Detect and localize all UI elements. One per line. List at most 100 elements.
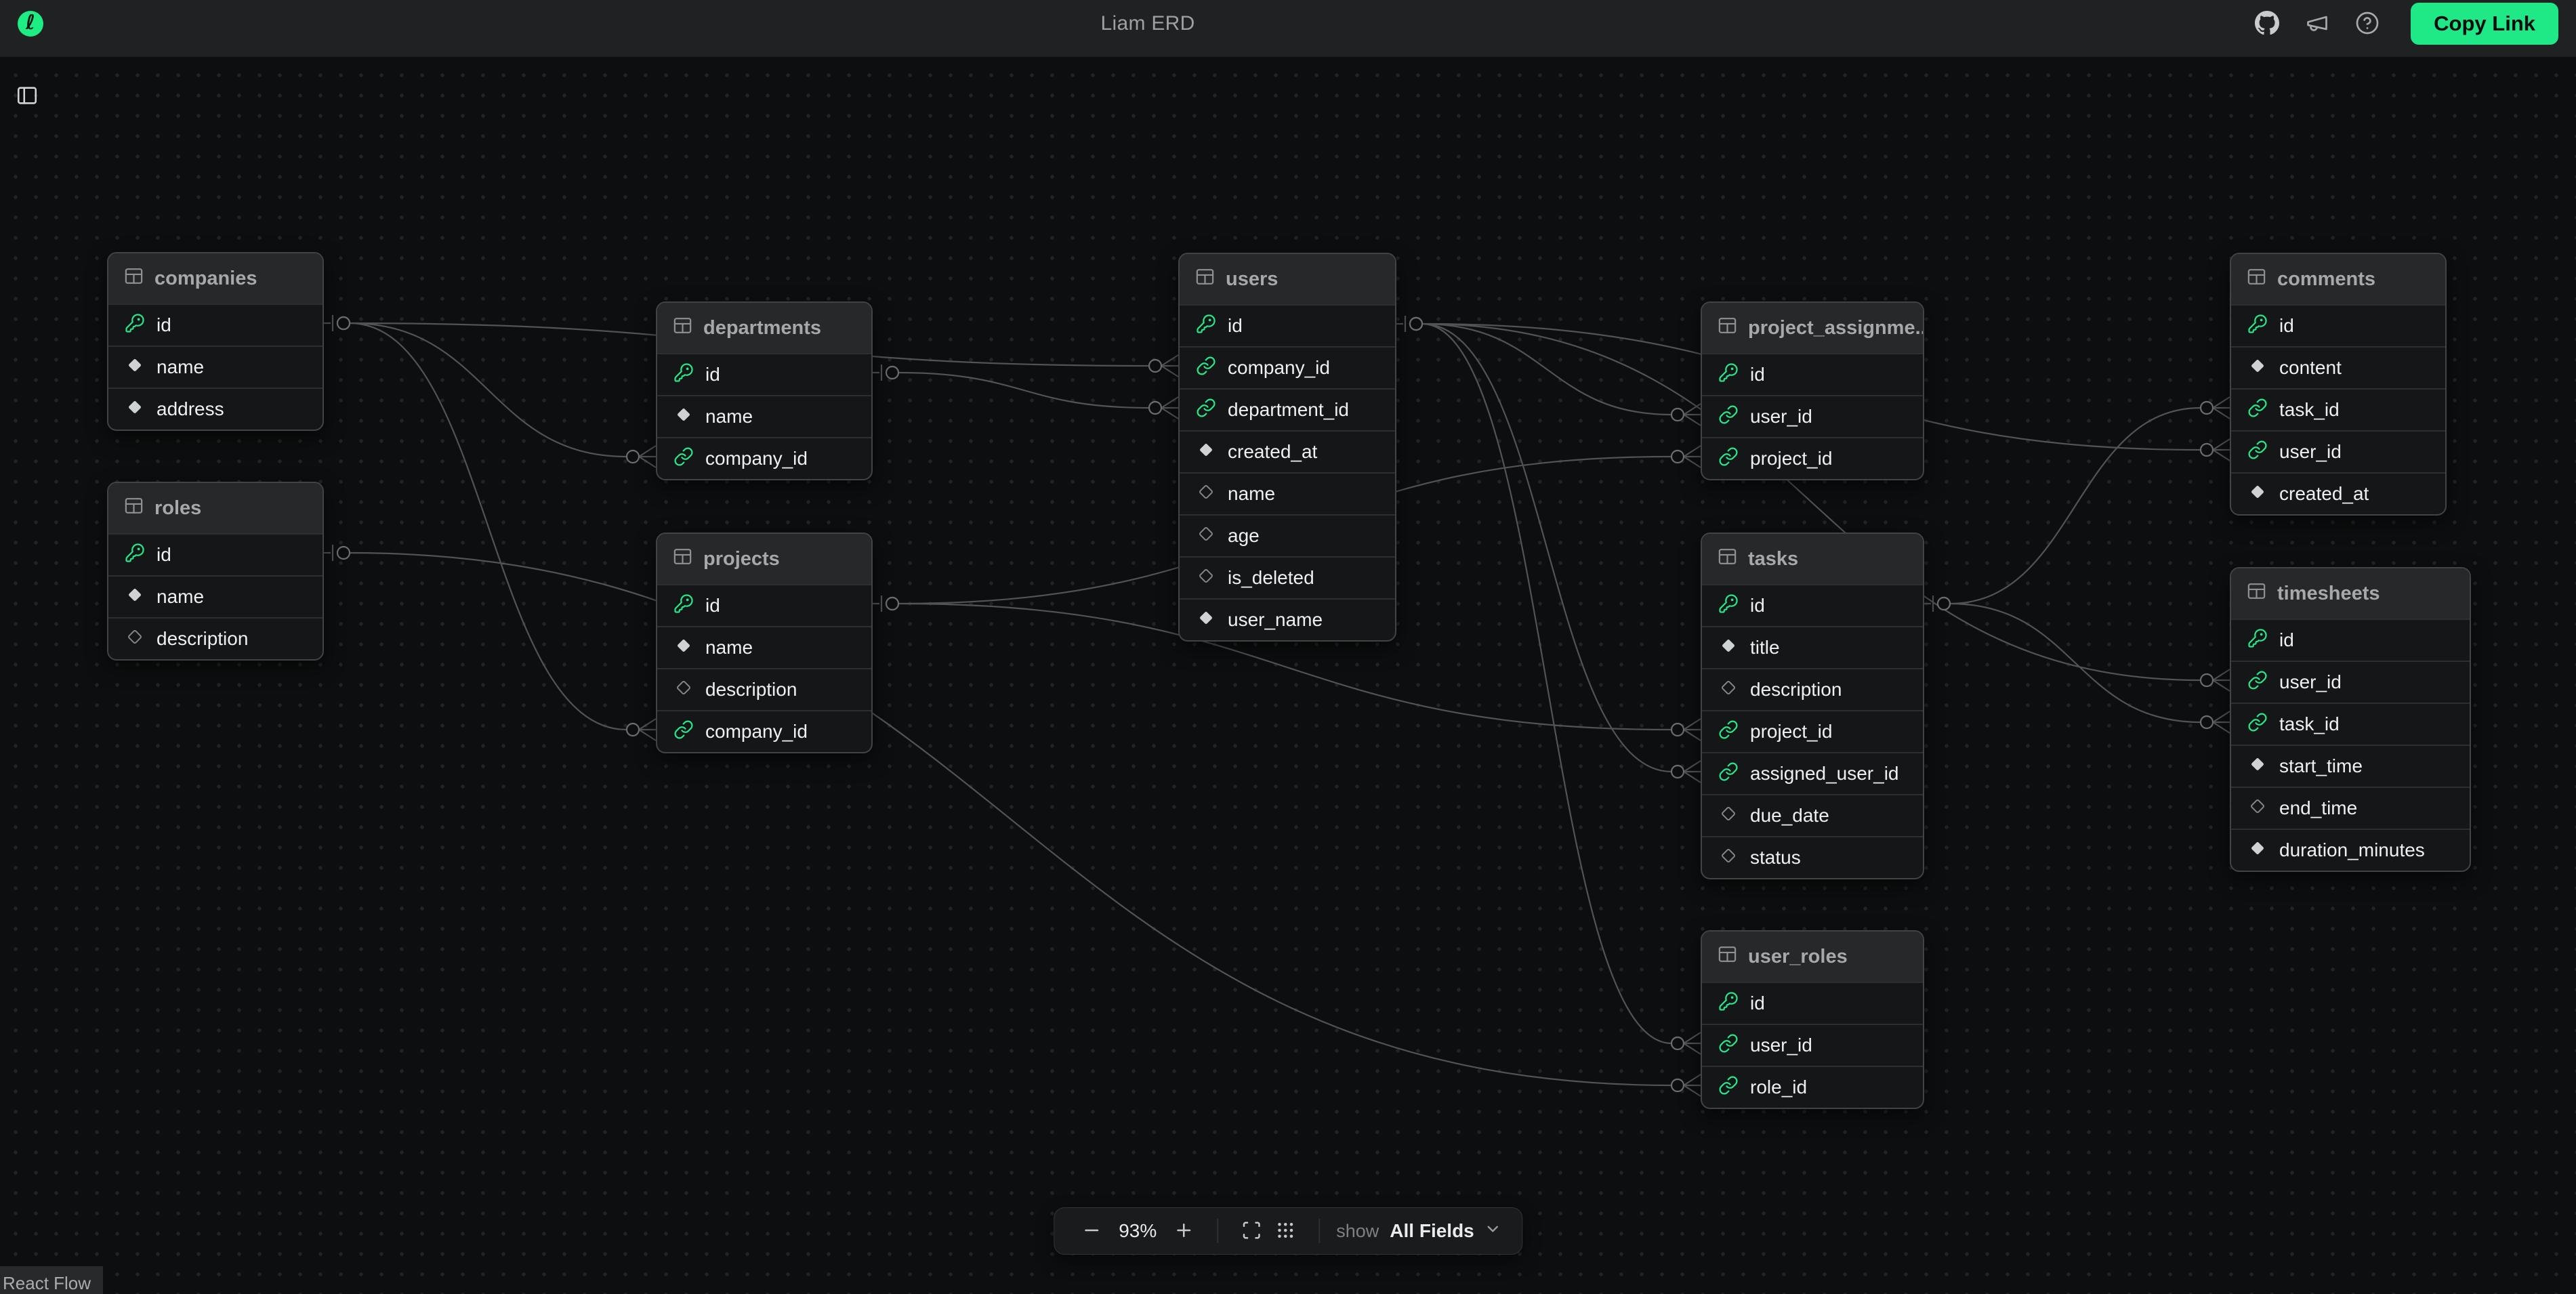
liam-logo[interactable]: ℓ [18,11,43,37]
column-comments-content[interactable]: content [2231,346,2445,388]
column-companies-id[interactable]: id [108,304,323,346]
column-user_roles-role_id[interactable]: role_id [1702,1066,1923,1108]
column-users-created_at[interactable]: created_at [1180,430,1395,472]
column-name: content [2279,357,2342,379]
zoom-in-button[interactable] [1167,1220,1201,1243]
column-roles-description[interactable]: description [108,617,323,659]
column-users-is_deleted[interactable]: is_deleted [1180,556,1395,598]
column-projects-description[interactable]: description [657,668,871,710]
column-users-company_id[interactable]: company_id [1180,346,1395,388]
table-icon [1717,546,1738,572]
table-users[interactable]: users idcompany_iddepartment_idcreated_at… [1178,253,1396,642]
column-name: id [1750,993,1765,1014]
react-flow-attribution[interactable]: React Flow [0,1266,103,1294]
column-name: start_time [2279,755,2363,777]
column-comments-created_at[interactable]: created_at [2231,472,2445,514]
column-comments-user_id[interactable]: user_id [2231,430,2445,472]
table-header[interactable]: tasks [1702,534,1923,584]
fields-filter-value: All Fields [1390,1220,1474,1242]
column-tasks-due_date[interactable]: due_date [1702,794,1923,836]
table-name: project_assignme... [1748,317,1924,339]
column-name: user_id [2279,441,2342,463]
column-tasks-assigned_user_id[interactable]: assigned_user_id [1702,752,1923,794]
github-button[interactable] [2252,9,2282,39]
column-companies-name[interactable]: name [108,346,323,388]
table-icon [123,266,144,292]
column-timesheets-start_time[interactable]: start_time [2231,745,2470,787]
table-tasks[interactable]: tasksid title description project_idassigne… [1701,533,1924,879]
column-projects-id[interactable]: id [657,584,871,626]
column-roles-id[interactable]: id [108,533,323,575]
table-name: users [1226,268,1278,291]
not-null-diamond-icon [1196,440,1216,465]
table-header[interactable]: companies [108,253,323,304]
column-comments-task_id[interactable]: task_id [2231,388,2445,430]
column-tasks-project_id[interactable]: project_id [1702,710,1923,752]
column-users-age[interactable]: age [1180,514,1395,556]
column-user_roles-user_id[interactable]: user_id [1702,1024,1923,1066]
column-departments-name[interactable]: name [657,395,871,437]
table-icon [1194,266,1216,293]
column-users-name[interactable]: name [1180,472,1395,514]
column-users-id[interactable]: id [1180,304,1395,346]
column-project_assignments-project_id[interactable]: project_id [1702,437,1923,479]
table-header[interactable]: projects [657,534,871,584]
column-users-department_id[interactable]: department_id [1180,388,1395,430]
column-timesheets-id[interactable]: id [2231,619,2470,661]
fit-view-button[interactable] [1234,1220,1268,1243]
column-name: title [1750,637,1780,659]
column-tasks-description[interactable]: description [1702,668,1923,710]
column-projects-company_id[interactable]: company_id [657,710,871,752]
fields-filter-dropdown[interactable]: All Fields [1390,1220,1501,1243]
table-header[interactable]: departments [657,303,871,353]
announcements-button[interactable] [2302,9,2332,39]
column-companies-address[interactable]: address [108,388,323,430]
column-tasks-id[interactable]: id [1702,584,1923,626]
table-header[interactable]: users [1180,254,1395,304]
column-departments-id[interactable]: id [657,353,871,395]
table-roles[interactable]: rolesidnamedescription [107,482,324,661]
column-project_assignments-user_id[interactable]: user_id [1702,395,1923,437]
column-comments-id[interactable]: id [2231,304,2445,346]
column-timesheets-end_time[interactable]: end_time [2231,787,2470,829]
sidebar-toggle-button[interactable] [11,80,43,112]
column-departments-company_id[interactable]: company_id [657,437,871,479]
column-project_assignments-id[interactable]: id [1702,353,1923,395]
foreign-key-icon [673,446,694,472]
table-comments[interactable]: commentsid content task_id user_id created_a… [2230,253,2447,516]
table-header[interactable]: comments [2231,254,2445,304]
column-tasks-status[interactable]: status [1702,836,1923,878]
foreign-key-icon [2247,398,2268,423]
column-name: age [1228,525,1260,547]
table-header[interactable]: user_roles [1702,932,1923,982]
column-users-user_name[interactable]: user_name [1180,598,1395,640]
erd-canvas[interactable]: companiesidnameaddressrolesidnamedescrip… [0,57,2576,1294]
table-header[interactable]: timesheets [2231,568,2470,619]
column-name: is_deleted [1228,567,1314,589]
table-projects[interactable]: projects idnamedescriptioncompany_id [656,533,873,753]
table-project_assignments[interactable]: project_assignme...id user_id project_id [1701,301,1924,480]
column-roles-name[interactable]: name [108,575,323,617]
table-companies[interactable]: companiesidnameaddress [107,252,324,431]
column-timesheets-task_id[interactable]: task_id [2231,703,2470,745]
table-name: projects [703,548,780,570]
foreign-key-icon [1718,719,1739,745]
help-button[interactable] [2352,9,2382,39]
table-departments[interactable]: departments idnamecompany_id [656,301,873,480]
column-name: user_id [1750,406,1812,427]
zoom-out-button[interactable] [1075,1220,1108,1243]
column-tasks-title[interactable]: title [1702,626,1923,668]
copy-link-button[interactable]: Copy Link [2411,3,2558,45]
column-timesheets-duration_minutes[interactable]: duration_minutes [2231,829,2470,871]
column-name: description [1750,679,1842,701]
table-header[interactable]: roles [108,483,323,533]
column-projects-name[interactable]: name [657,626,871,668]
table-header[interactable]: project_assignme... [1702,303,1923,353]
table-name: departments [703,317,821,339]
tidy-up-button[interactable] [1268,1220,1302,1243]
table-timesheets[interactable]: timesheetsiduser_idtask_id start_time end_… [2230,567,2471,872]
column-user_roles-id[interactable]: id [1702,982,1923,1024]
table-user_roles[interactable]: user_rolesid user_idrole_id [1701,930,1924,1109]
column-timesheets-user_id[interactable]: user_id [2231,661,2470,703]
nullable-diamond-icon [673,677,694,703]
